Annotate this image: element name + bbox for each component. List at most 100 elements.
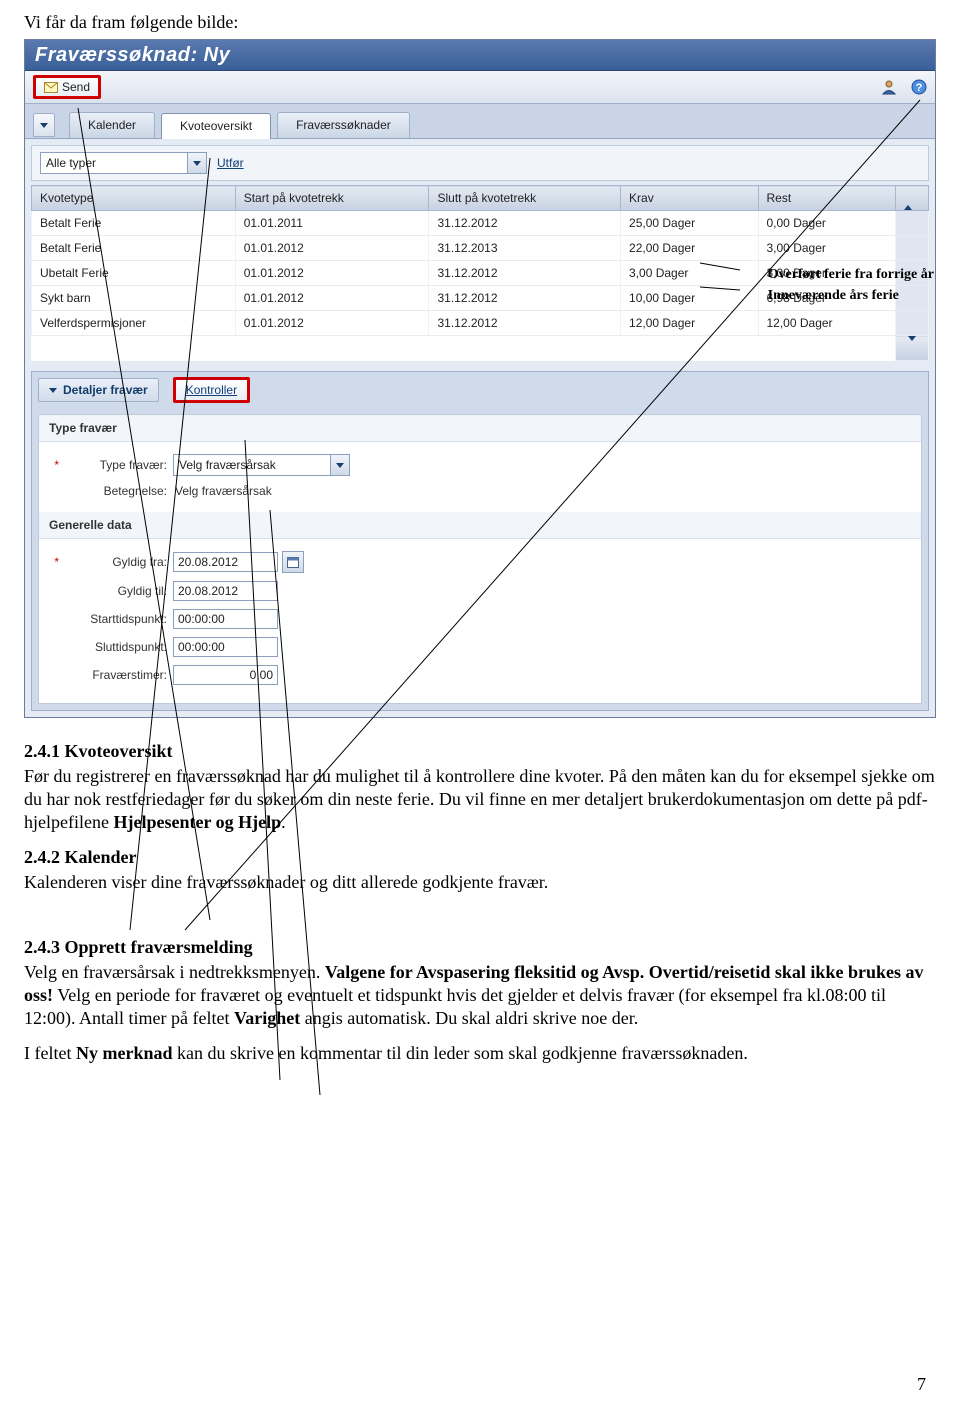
timer-label: Fraværstimer: (59, 668, 173, 682)
table-cell: Velferdspermisjoner (32, 311, 236, 336)
scroll-up-button[interactable] (896, 186, 929, 211)
required-marker: * (49, 555, 59, 569)
col-krav[interactable]: Krav (621, 186, 758, 211)
heading-243: 2.4.3 Opprett fraværsmelding (24, 936, 936, 959)
scrollbar-track[interactable] (896, 211, 929, 236)
type-filter-select[interactable]: Alle typer (40, 152, 207, 174)
table-row[interactable]: Betalt Ferie01.01.201131.12.201225,00 Da… (32, 211, 929, 236)
annotation-labels: Overført ferie fra forrige år Inneværend… (768, 264, 934, 306)
start-label: Starttidspunkt: (59, 612, 173, 626)
required-marker: * (49, 458, 59, 472)
scrollbar-track[interactable] (896, 236, 929, 261)
section-title: Detaljer fravær (63, 383, 148, 397)
table-cell: 01.01.2012 (235, 236, 429, 261)
table-cell: 01.01.2012 (235, 261, 429, 286)
p243d: Varighet (234, 1008, 300, 1028)
table-cell: Sykt barn (32, 286, 236, 311)
help-icon[interactable]: ? (911, 79, 927, 95)
table-cell: 3,00 Dager (621, 261, 758, 286)
table-row[interactable]: Velferdspermisjoner01.01.201231.12.20121… (32, 311, 929, 336)
type-select-value: Velg fraværsårsak (179, 458, 276, 472)
col-kvotetype[interactable]: Kvotetype (32, 186, 236, 211)
table-cell: Ubetalt Ferie (32, 261, 236, 286)
p242: Kalenderen viser dine fraværssøknader og… (24, 871, 936, 894)
table-cell: 01.01.2011 (235, 211, 429, 236)
betegnelse-label: Betegnelse: (59, 484, 173, 498)
table-cell: 31.12.2012 (429, 311, 621, 336)
table-cell: 12,00 Dager (758, 311, 896, 336)
table-cell: 01.01.2012 (235, 311, 429, 336)
table-cell: 31.12.2012 (429, 211, 621, 236)
table-cell: 25,00 Dager (621, 211, 758, 236)
intro-text: Vi får da fram følgende bilde: (0, 0, 960, 37)
titlebar: Fraværssøknad: Ny (25, 40, 935, 71)
slutt-input[interactable] (173, 637, 278, 657)
tab-fravarssoknader[interactable]: Fraværssøknader (277, 112, 410, 138)
user-icon[interactable] (881, 79, 897, 95)
calendar-icon (287, 556, 299, 568)
scroll-down-button[interactable] (896, 336, 929, 361)
execute-link[interactable]: Utfør (217, 156, 244, 170)
table-cell: 0,00 Dager (758, 211, 896, 236)
p244a: I feltet (24, 1043, 76, 1063)
p241c: . (281, 812, 286, 832)
table-cell: 12,00 Dager (621, 311, 758, 336)
form-area: Type fravær * Type fravær: Velg fraværså… (38, 414, 922, 704)
table-cell: 22,00 Dager (621, 236, 758, 261)
type-label: Type fravær: (59, 458, 173, 472)
group-type: Type fravær (39, 415, 921, 442)
chevron-down-icon (187, 153, 206, 173)
fra-input[interactable] (173, 552, 278, 572)
anno-overfort: Overført ferie fra forrige år (768, 264, 934, 285)
table-cell: 3,00 Dager (758, 236, 896, 261)
menubar: Send ? (25, 71, 935, 104)
table-cell: Betalt Ferie (32, 236, 236, 261)
tabs-collapse-toggle[interactable] (33, 113, 55, 137)
kontroller-button[interactable]: Kontroller (173, 377, 250, 403)
details-section: Detaljer fravær Kontroller Type fravær *… (31, 371, 929, 711)
chevron-down-icon (49, 388, 57, 393)
table-cell: Betalt Ferie (32, 211, 236, 236)
table-cell: 01.01.2012 (235, 286, 429, 311)
group-general: Generelle data (39, 512, 921, 539)
app-window: Fraværssøknad: Ny Send (24, 39, 936, 718)
table-cell: 10,00 Dager (621, 286, 758, 311)
section-toggle[interactable]: Detaljer fravær (38, 378, 159, 402)
betegnelse-value: Velg fraværsårsak (173, 484, 272, 498)
anno-innevarende: Inneværende års ferie (768, 285, 934, 306)
p243a: Velg en fraværsårsak i nedtrekksmenyen. (24, 962, 325, 982)
send-button[interactable]: Send (33, 75, 101, 99)
fra-datepicker-button[interactable] (282, 551, 304, 573)
p241b: Hjelpesenter og Hjelp (113, 812, 281, 832)
p244b: Ny merknad (76, 1043, 173, 1063)
col-start[interactable]: Start på kvotetrekk (235, 186, 429, 211)
tabs-region: Kalender Kvoteoversikt Fraværssøknader (25, 104, 935, 139)
kvoteoversikt-panel: Alle typer Utfør Kvotetype Start på kvot… (25, 139, 935, 717)
envelope-icon (44, 82, 58, 93)
p243e: angis automatisk. Du skal aldri skrive n… (305, 1008, 638, 1028)
document-body: 2.4.1 Kvoteoversikt Før du registrerer e… (0, 718, 960, 1065)
table-cell: 31.12.2013 (429, 236, 621, 261)
fra-label: Gyldig fra: (59, 555, 173, 569)
start-input[interactable] (173, 609, 278, 629)
chevron-down-icon (330, 455, 349, 475)
til-label: Gyldig til: (59, 584, 173, 598)
p244c: kan du skrive en kommentar til din leder… (177, 1043, 748, 1063)
tab-kalender[interactable]: Kalender (69, 112, 155, 138)
page-number: 7 (917, 1374, 926, 1395)
table-header-row: Kvotetype Start på kvotetrekk Slutt på k… (32, 186, 929, 211)
type-filter-value: Alle typer (46, 156, 96, 170)
til-input[interactable] (173, 581, 278, 601)
scrollbar-track[interactable] (896, 311, 929, 336)
timer-input[interactable] (173, 665, 278, 685)
table-cell: 31.12.2012 (429, 261, 621, 286)
col-slutt[interactable]: Slutt på kvotetrekk (429, 186, 621, 211)
table-row[interactable]: Betalt Ferie01.01.201231.12.201322,00 Da… (32, 236, 929, 261)
window-title: Fraværssøknad: Ny (35, 44, 230, 67)
heading-242: 2.4.2 Kalender (24, 846, 936, 869)
tab-kvoteoversikt[interactable]: Kvoteoversikt (161, 113, 271, 139)
filter-row: Alle typer Utfør (31, 145, 929, 181)
col-rest[interactable]: Rest (758, 186, 896, 211)
type-select[interactable]: Velg fraværsårsak (173, 454, 350, 476)
heading-241: 2.4.1 Kvoteoversikt (24, 740, 936, 763)
